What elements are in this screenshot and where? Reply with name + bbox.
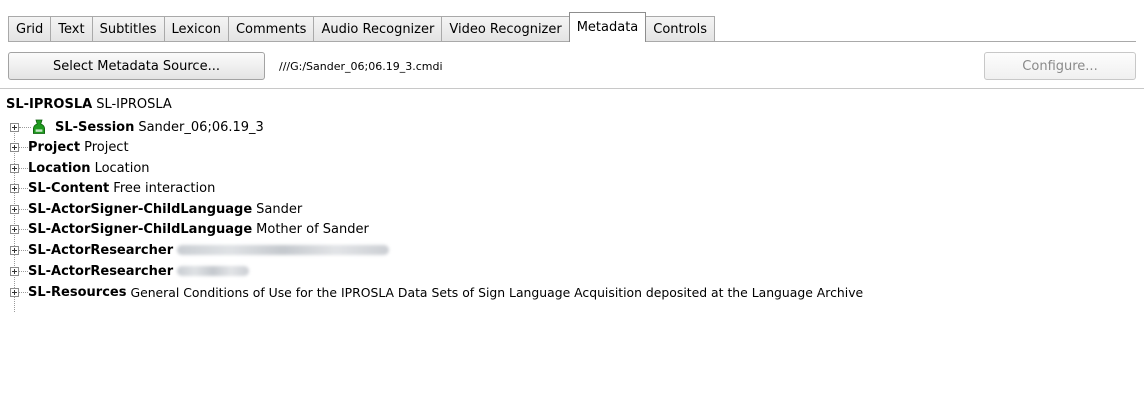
expand-icon[interactable]	[10, 287, 19, 297]
metadata-source-path: ///G:/Sander_06;06.19_3.cmdi	[279, 59, 443, 73]
metadata-toolbar: Select Metadata Source... ///G:/Sander_0…	[8, 52, 1136, 80]
tab-label: Metadata	[576, 20, 639, 35]
tab-audio-recognizer[interactable]: Audio Recognizer	[313, 16, 443, 42]
tree-node-value: Sander	[256, 201, 303, 217]
tab-label: Subtitles	[99, 22, 157, 37]
expand-icon[interactable]	[10, 163, 19, 173]
tree-node-value: Mother of Sander	[256, 221, 369, 237]
tree-node-actor-researcher[interactable]: SL-ActorResearcher	[10, 261, 250, 281]
tree-connector	[19, 291, 28, 293]
tree-connector	[19, 208, 28, 210]
tree-node-content[interactable]: SL-Content Free interaction	[10, 178, 215, 198]
tree-node-session[interactable]: SL-Session Sander_06;06.19_3	[10, 117, 264, 137]
tree-node-value: Location	[94, 160, 150, 176]
tree-node-actor-signer[interactable]: SL-ActorSigner-ChildLanguage Sander	[10, 199, 302, 219]
tab-label: Comments	[235, 22, 307, 37]
tree-connector	[19, 228, 28, 230]
tree-root-key: SL-IPROSLA	[6, 96, 93, 112]
tab-label: Lexicon	[171, 22, 221, 37]
redacted-value	[177, 266, 250, 276]
tab-strip: Grid Text Subtitles Lexicon Comments Aud…	[0, 0, 1144, 42]
tree-connector	[19, 270, 28, 272]
tab-label: Video Recognizer	[449, 22, 562, 37]
tree-node-value: Free interaction	[113, 180, 216, 196]
tree-node-actor-signer[interactable]: SL-ActorSigner-ChildLanguage Mother of S…	[10, 219, 369, 239]
tree-node-key: SL-Session	[55, 119, 135, 135]
tree-connector	[19, 167, 28, 169]
tab-label: Controls	[653, 22, 708, 37]
expand-icon[interactable]	[10, 266, 19, 276]
tree-node-location[interactable]: Location Location	[10, 158, 150, 178]
expand-icon[interactable]	[10, 122, 19, 132]
tab-controls[interactable]: Controls	[645, 16, 716, 42]
session-icon	[33, 119, 45, 134]
expand-icon[interactable]	[10, 224, 19, 234]
tab-text[interactable]: Text	[50, 16, 93, 42]
configure-button[interactable]: Configure...	[984, 52, 1136, 80]
tree-connector	[19, 249, 28, 251]
tree-node-key: Project	[28, 139, 81, 155]
tree-node-key: Location	[28, 160, 91, 176]
tree-node-project[interactable]: Project Project	[10, 137, 129, 157]
expand-icon[interactable]	[10, 183, 19, 193]
tree-node-value: General Conditions of Use for the IPROSL…	[130, 284, 864, 300]
tab-label: Text	[58, 22, 85, 37]
tab-list: Grid Text Subtitles Lexicon Comments Aud…	[8, 12, 716, 42]
tree-node-key: SL-Resources	[28, 284, 127, 300]
tab-label: Grid	[16, 22, 44, 37]
tree-node-key: SL-ActorSigner-ChildLanguage	[28, 201, 253, 217]
tab-video-recognizer[interactable]: Video Recognizer	[441, 16, 570, 42]
redacted-value	[177, 245, 390, 255]
tab-subtitles[interactable]: Subtitles	[91, 16, 165, 42]
tree-connector	[19, 126, 31, 128]
tab-comments[interactable]: Comments	[227, 16, 315, 42]
tree-root-value: SL-IPROSLA	[96, 96, 172, 112]
button-label: Select Metadata Source...	[53, 58, 220, 74]
tree-node-key: SL-ActorResearcher	[28, 263, 174, 279]
select-metadata-source-button[interactable]: Select Metadata Source...	[8, 52, 265, 80]
tree-connector	[19, 146, 28, 148]
tab-lexicon[interactable]: Lexicon	[163, 16, 229, 42]
expand-icon[interactable]	[10, 204, 19, 214]
tab-metadata[interactable]: Metadata	[568, 12, 647, 42]
tree-node-resources[interactable]: SL-Resources General Conditions of Use f…	[10, 282, 863, 302]
tab-label: Audio Recognizer	[321, 22, 435, 37]
metadata-tree[interactable]: SL-IPROSLA SL-IPROSLA SL-Session Sander_…	[0, 88, 1144, 403]
tree-node-value: Project	[84, 139, 129, 155]
tree-node-key: SL-ActorSigner-ChildLanguage	[28, 221, 253, 237]
tree-node-key: SL-Content	[28, 180, 110, 196]
button-label: Configure...	[1022, 58, 1098, 74]
expand-icon[interactable]	[10, 245, 19, 255]
tree-node-key: SL-ActorResearcher	[28, 242, 174, 258]
tab-grid[interactable]: Grid	[8, 16, 52, 42]
tree-root[interactable]: SL-IPROSLA SL-IPROSLA	[6, 95, 172, 113]
tree-node-actor-researcher[interactable]: SL-ActorResearcher	[10, 240, 390, 260]
tree-connector	[19, 187, 28, 189]
tree-node-value: Sander_06;06.19_3	[138, 119, 264, 135]
expand-icon[interactable]	[10, 142, 19, 152]
